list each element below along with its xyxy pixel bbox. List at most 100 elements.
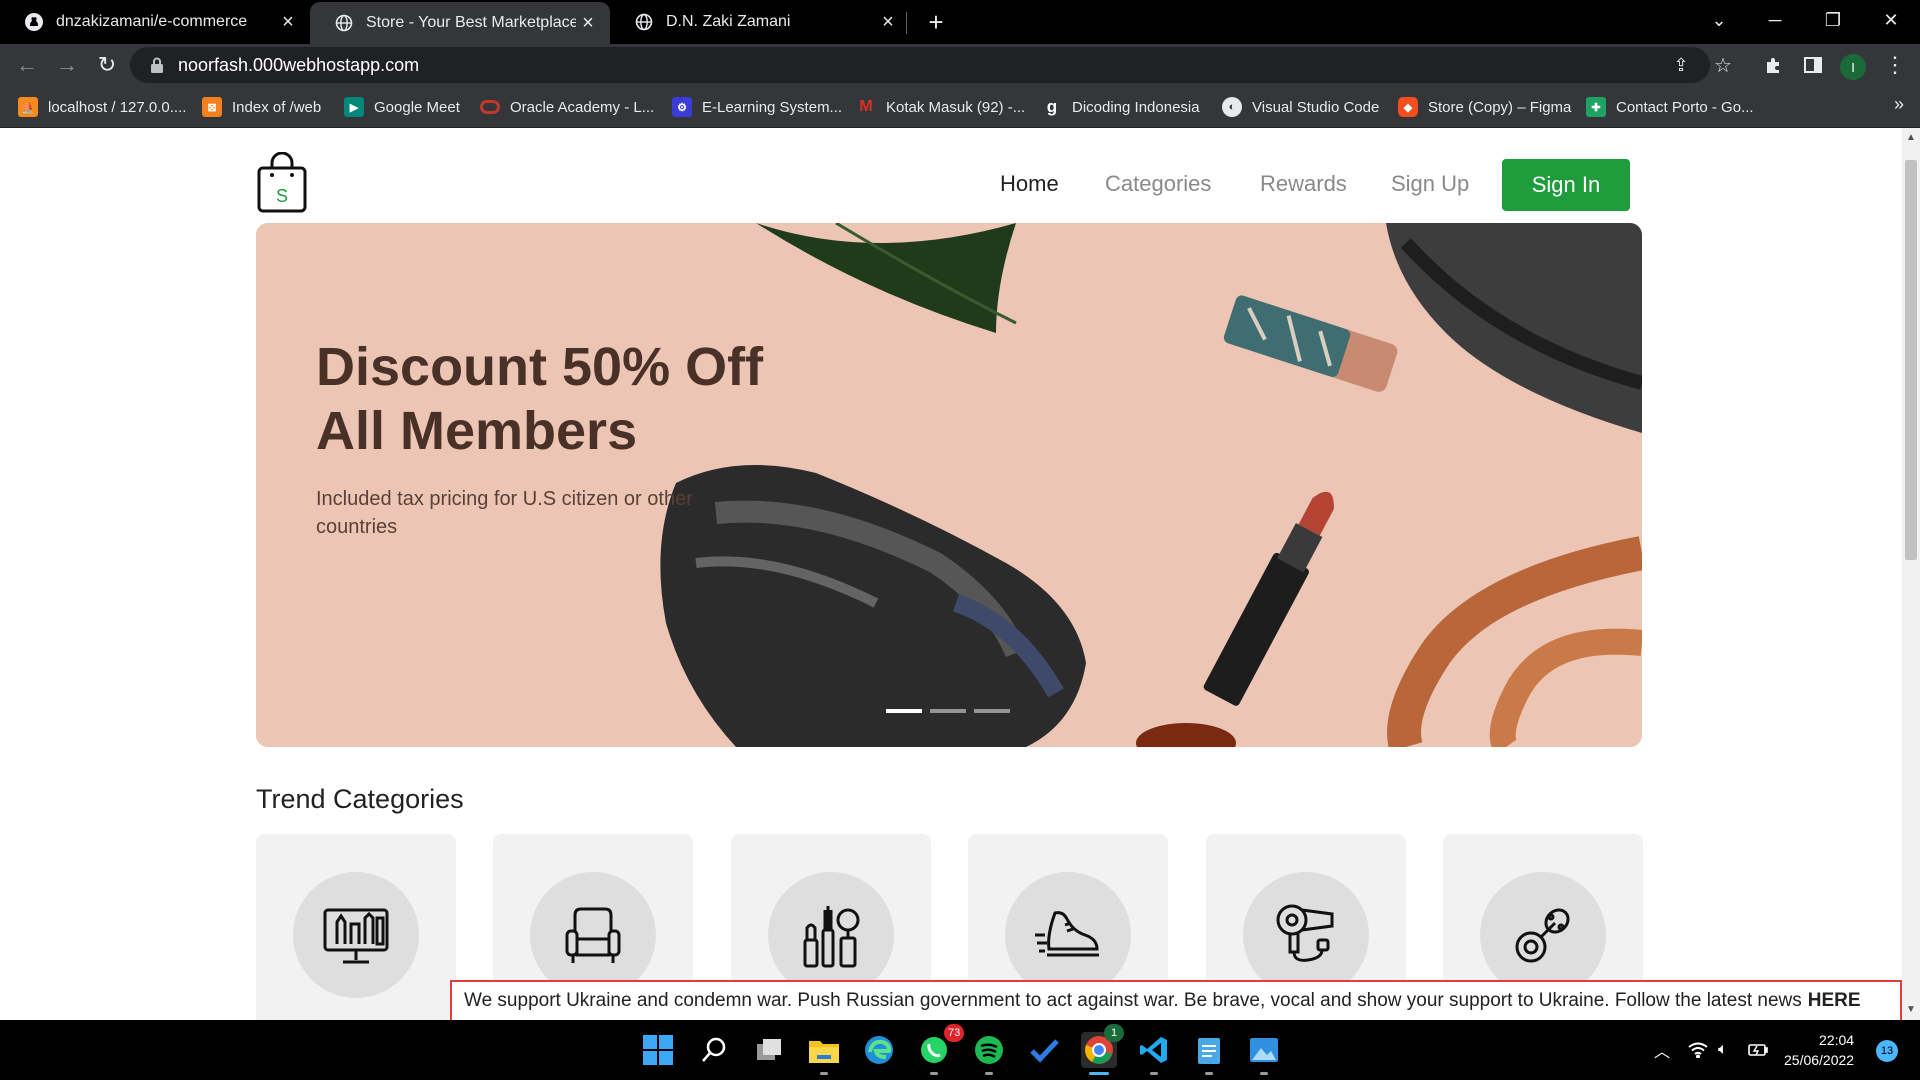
back-button[interactable]: ←	[12, 50, 42, 80]
profile-avatar[interactable]: I	[1840, 54, 1866, 80]
nav-home[interactable]: Home	[1000, 159, 1059, 209]
close-tab-icon[interactable]: ×	[276, 10, 300, 34]
close-window-button[interactable]: ✕	[1862, 0, 1920, 40]
more-bookmarks-icon[interactable]: »	[1894, 94, 1904, 115]
bookmark-label: localhost / 127.0.0....	[48, 98, 187, 116]
side-panel-icon[interactable]	[1798, 50, 1828, 80]
close-tab-icon[interactable]: ×	[576, 11, 600, 35]
xampp-icon: ⊠	[202, 97, 222, 117]
task-view-icon[interactable]	[751, 1032, 787, 1068]
active-indicator	[1089, 1072, 1109, 1075]
battery-icon[interactable]	[1748, 1020, 1768, 1080]
new-tab-button[interactable]: +	[920, 6, 952, 38]
oracle-icon	[480, 100, 500, 114]
bookmark-item[interactable]: M Kotak Masuk (92) -...	[856, 94, 1025, 120]
page-scrollbar[interactable]: ▲ ▼	[1902, 128, 1920, 1020]
system-clock[interactable]: 22:04 25/06/2022	[1784, 1030, 1854, 1070]
tab-title: D.N. Zaki Zamani	[666, 13, 791, 30]
running-indicator	[1260, 1072, 1268, 1075]
carousel-dot[interactable]	[930, 709, 966, 713]
bookmark-label: E-Learning System...	[702, 98, 843, 116]
scroll-down-icon[interactable]: ▼	[1906, 1004, 1916, 1015]
bookmark-label: Google Meet	[374, 98, 460, 116]
edge-icon[interactable]	[861, 1032, 897, 1068]
bookmark-item[interactable]: g Dicoding Indonesia	[1042, 94, 1200, 120]
sheets-icon: ✚	[1586, 97, 1606, 117]
forward-button[interactable]: →	[52, 50, 82, 80]
share-icon[interactable]: ⇪	[1666, 50, 1696, 80]
figma-icon: ◆	[1398, 97, 1418, 117]
clock-time: 22:04	[1819, 1032, 1855, 1048]
running-indicator	[985, 1072, 993, 1075]
bookmark-label: Index of /web	[232, 98, 322, 116]
menu-icon[interactable]: ⋮	[1880, 50, 1910, 80]
bookmark-label: Oracle Academy - L...	[510, 98, 655, 116]
bookmark-item[interactable]: ▶ Google Meet	[344, 94, 460, 120]
chrome-profile-badge: 1	[1104, 1024, 1124, 1042]
file-explorer-icon[interactable]	[806, 1032, 842, 1068]
close-tab-icon[interactable]: ×	[876, 10, 900, 34]
search-icon[interactable]	[696, 1032, 732, 1068]
reload-button[interactable]: ↻	[92, 50, 122, 80]
minimize-button[interactable]: ─	[1746, 0, 1804, 40]
scroll-up-icon[interactable]: ▲	[1906, 132, 1916, 143]
hero-subtitle: Included tax pricing for U.S citizen or …	[316, 488, 693, 538]
tab-store[interactable]: Store - Your Best Marketplace ×	[310, 2, 610, 44]
sign-in-button[interactable]: Sign In	[1502, 159, 1630, 211]
hero-title: Discount 50% Off All Members	[316, 335, 763, 463]
bookmark-item[interactable]: ✚ Contact Porto - Go...	[1586, 94, 1754, 120]
dicoding-icon: g	[1046, 97, 1058, 116]
tab-github[interactable]: dnzakizamani/e-commerce ×	[0, 0, 310, 44]
globe-icon	[334, 13, 354, 33]
bookmark-item[interactable]: Oracle Academy - L...	[480, 94, 654, 120]
spotify-icon[interactable]	[971, 1032, 1007, 1068]
banner-link[interactable]: HERE	[1808, 990, 1861, 1012]
web-page: S Home Categories Rewards Sign Up Sign I…	[0, 128, 1902, 1020]
bookmark-item[interactable]: ◆ Store (Copy) – Figma	[1398, 94, 1571, 120]
bookmark-item[interactable]: ⛵ localhost / 127.0.0....	[18, 94, 186, 120]
category-card[interactable]	[256, 834, 456, 1020]
wifi-icon[interactable]	[1688, 1020, 1708, 1080]
scrollbar-thumb[interactable]	[1905, 160, 1917, 560]
carousel-dot[interactable]	[886, 709, 922, 713]
restore-button[interactable]: ❐	[1804, 0, 1862, 40]
vscode-icon[interactable]	[1136, 1032, 1172, 1068]
hero-title-line: All Members	[316, 401, 638, 461]
windows-start-icon[interactable]	[640, 1032, 676, 1068]
bookmark-star-icon[interactable]: ☆	[1708, 50, 1738, 80]
hero-title-line: Discount 50% Off	[316, 337, 764, 397]
windows-taskbar: 73 1 ︿ 🔈︎ 22:04 25/06/2022 13	[0, 1020, 1920, 1080]
design-tools-icon	[293, 872, 419, 998]
bookmark-item[interactable]: ⊠ Index of /web	[202, 94, 321, 120]
store-logo-icon[interactable]: S	[256, 151, 308, 214]
running-indicator	[1150, 1072, 1158, 1075]
bookmark-item[interactable]: ⚙ E-Learning System...	[672, 94, 842, 120]
bookmark-label: Dicoding Indonesia	[1072, 98, 1200, 116]
address-bar[interactable]: noorfash.000webhostapp.com	[130, 47, 1710, 83]
phpmyadmin-icon: ⛵	[18, 97, 38, 117]
nav-signup[interactable]: Sign Up	[1391, 159, 1469, 209]
carousel-indicators	[886, 709, 1010, 713]
extensions-icon[interactable]	[1758, 50, 1788, 80]
bookmark-label: Kotak Masuk (92) -...	[886, 98, 1026, 116]
tab-separator	[906, 12, 907, 34]
hero-carousel[interactable]: Discount 50% Off All Members Included ta…	[256, 223, 1642, 747]
gmail-icon: M	[859, 98, 873, 115]
tab-portfolio[interactable]: D.N. Zaki Zamani ×	[610, 0, 910, 44]
running-indicator	[1205, 1072, 1213, 1075]
clock-date: 25/06/2022	[1784, 1052, 1855, 1068]
tab-search-icon[interactable]: ⌄	[1690, 0, 1748, 40]
carousel-dot[interactable]	[974, 709, 1010, 713]
nav-categories[interactable]: Categories	[1105, 159, 1211, 209]
tab-title: dnzakizamani/e-commerce	[56, 13, 248, 30]
photos-icon[interactable]	[1246, 1032, 1282, 1068]
todo-icon[interactable]	[1026, 1032, 1062, 1068]
bookmark-label: Visual Studio Code	[1252, 98, 1380, 116]
whatsapp-badge: 73	[944, 1024, 965, 1042]
notepad-icon[interactable]	[1191, 1032, 1227, 1068]
bookmark-item[interactable]: ◐ Visual Studio Code	[1222, 94, 1379, 120]
notification-count-badge[interactable]: 13	[1876, 1040, 1898, 1062]
nav-rewards[interactable]: Rewards	[1260, 159, 1347, 209]
volume-icon[interactable]: 🔈︎	[1718, 1020, 1728, 1080]
show-hidden-icons[interactable]: ︿	[1654, 1020, 1670, 1080]
